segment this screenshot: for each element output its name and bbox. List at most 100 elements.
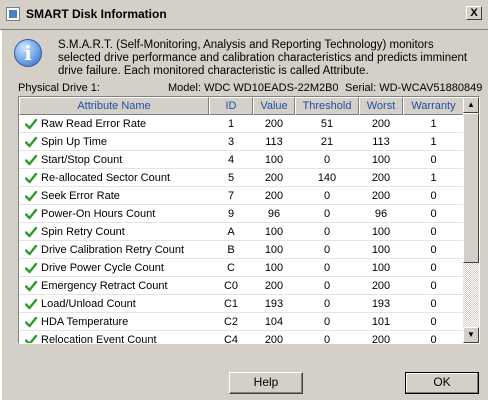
- cell-warranty: 0: [430, 316, 437, 328]
- column-header-warranty[interactable]: Warranty: [403, 97, 464, 115]
- column-header-worst[interactable]: Worst: [359, 97, 403, 115]
- cell-value: 100: [264, 154, 284, 166]
- cell-warranty: 0: [430, 226, 437, 238]
- table-row[interactable]: Load/Unload Count C1 193 0 193 0: [19, 295, 464, 313]
- cell-threshold: 140: [317, 172, 337, 184]
- cell-threshold: 51: [320, 118, 334, 130]
- check-icon: [25, 316, 37, 328]
- table-row[interactable]: Emergency Retract Count C0 200 0 200 0: [19, 277, 464, 295]
- check-icon: [25, 262, 37, 274]
- cell-threshold: 0: [323, 262, 331, 274]
- check-icon: [25, 136, 37, 148]
- cell-attribute-name: Start/Stop Count: [41, 154, 123, 166]
- cell-value: 104: [264, 316, 284, 328]
- table-row[interactable]: Raw Read Error Rate 1 200 51 200 1: [19, 115, 464, 133]
- column-header-id[interactable]: ID: [209, 97, 253, 115]
- cell-id: C2: [223, 316, 239, 328]
- table-header: Attribute Name ID Value Threshold Worst Warra…: [19, 97, 464, 115]
- cell-threshold: 0: [323, 334, 331, 343]
- cell-id: C: [227, 262, 235, 274]
- cell-value: 96: [267, 208, 281, 220]
- cell-warranty: 0: [430, 244, 437, 256]
- cell-threshold: 0: [323, 226, 331, 238]
- table-row[interactable]: Seek Error Rate 7 200 0 200 0: [19, 187, 464, 205]
- table-row[interactable]: Relocation Event Count C4 200 0 200 0: [19, 331, 464, 343]
- cell-value: 100: [264, 262, 284, 274]
- serial-label: Serial: WD-WCAV51880849: [345, 82, 483, 94]
- check-icon: [25, 280, 37, 292]
- column-header-value[interactable]: Value: [253, 97, 295, 115]
- cell-warranty: 0: [430, 262, 437, 274]
- cell-value: 193: [264, 298, 284, 310]
- cell-threshold: 0: [323, 280, 331, 292]
- cell-value: 113: [265, 136, 283, 148]
- cell-id: 5: [227, 172, 235, 184]
- table-row[interactable]: Start/Stop Count 4 100 0 100 0: [19, 151, 464, 169]
- check-icon: [25, 298, 37, 310]
- scroll-down-button[interactable]: ▼: [463, 327, 479, 343]
- cell-id: C0: [223, 280, 239, 292]
- check-icon: [25, 244, 37, 256]
- cell-worst: 200: [371, 280, 391, 292]
- cell-attribute-name: Spin Retry Count: [41, 226, 125, 238]
- cell-warranty: 0: [430, 208, 437, 220]
- scroll-up-button[interactable]: ▲: [463, 97, 479, 113]
- cell-attribute-name: Drive Power Cycle Count: [41, 262, 164, 274]
- drive-info-row: Physical Drive 1: Model: WDC WD10EADS-22…: [18, 82, 484, 96]
- check-icon: [25, 118, 37, 130]
- check-icon: [25, 154, 37, 166]
- cell-warranty: 0: [430, 334, 437, 343]
- cell-value: 100: [264, 244, 284, 256]
- cell-warranty: 0: [430, 298, 437, 310]
- cell-worst: 193: [371, 298, 391, 310]
- cell-threshold: 0: [323, 244, 331, 256]
- cell-id: 9: [227, 208, 235, 220]
- table-row[interactable]: Re-allocated Sector Count 5 200 140 200 1: [19, 169, 464, 187]
- cell-id: C1: [223, 298, 239, 310]
- help-button[interactable]: Help: [229, 372, 303, 394]
- table-row[interactable]: Power-On Hours Count 9 96 0 96 0: [19, 205, 464, 223]
- table-row[interactable]: Drive Calibration Retry Count B 100 0 100 0: [19, 241, 464, 259]
- table-row[interactable]: Spin Retry Count A 100 0 100 0: [19, 223, 464, 241]
- cell-worst: 200: [371, 172, 391, 184]
- check-icon: [25, 208, 37, 220]
- cell-warranty: 1: [430, 118, 437, 130]
- column-header-threshold[interactable]: Threshold: [295, 97, 359, 115]
- cell-attribute-name: Re-allocated Sector Count: [41, 172, 171, 184]
- check-icon: [25, 226, 37, 238]
- cell-attribute-name: Power-On Hours Count: [41, 208, 156, 220]
- cell-attribute-name: Seek Error Rate: [41, 190, 120, 202]
- cell-value: 200: [264, 118, 284, 130]
- table-body: Raw Read Error Rate 1 200 51 200 1 Spin Up Tim…: [19, 115, 464, 343]
- table-row[interactable]: Spin Up Time 3 113 21 113 1: [19, 133, 464, 151]
- title-bar: SMART Disk Information X: [0, 0, 488, 30]
- cell-worst: 96: [374, 208, 388, 220]
- cell-threshold: 0: [323, 208, 331, 220]
- cell-attribute-name: HDA Temperature: [41, 316, 129, 328]
- cell-warranty: 1: [430, 172, 437, 184]
- cell-threshold: 0: [323, 316, 331, 328]
- app-icon: [6, 7, 20, 21]
- ok-button[interactable]: OK: [405, 372, 479, 394]
- info-icon: i: [14, 39, 42, 67]
- attribute-table[interactable]: Attribute Name ID Value Threshold Worst Warra…: [18, 96, 480, 344]
- cell-attribute-name: Drive Calibration Retry Count: [41, 244, 185, 256]
- cell-threshold: 0: [323, 190, 331, 202]
- cell-warranty: 0: [430, 190, 437, 202]
- vertical-scrollbar[interactable]: ▲ ▼: [463, 97, 479, 343]
- model-label: Model: WDC WD10EADS-22M2B0: [168, 82, 339, 94]
- cell-attribute-name: Relocation Event Count: [41, 334, 157, 343]
- table-row[interactable]: HDA Temperature C2 104 0 101 0: [19, 313, 464, 331]
- table-viewport: Attribute Name ID Value Threshold Worst Warra…: [19, 97, 464, 343]
- cell-worst: 100: [371, 262, 391, 274]
- cell-warranty: 1: [430, 136, 437, 148]
- column-header-attribute-name[interactable]: Attribute Name: [19, 97, 209, 115]
- close-button[interactable]: X: [466, 6, 482, 20]
- cell-warranty: 0: [430, 154, 437, 166]
- scroll-thumb[interactable]: [463, 113, 479, 263]
- cell-value: 200: [264, 334, 284, 343]
- cell-value: 200: [264, 172, 284, 184]
- cell-attribute-name: Spin Up Time: [41, 136, 108, 148]
- table-row[interactable]: Drive Power Cycle Count C 100 0 100 0: [19, 259, 464, 277]
- cell-attribute-name: Raw Read Error Rate: [41, 118, 147, 130]
